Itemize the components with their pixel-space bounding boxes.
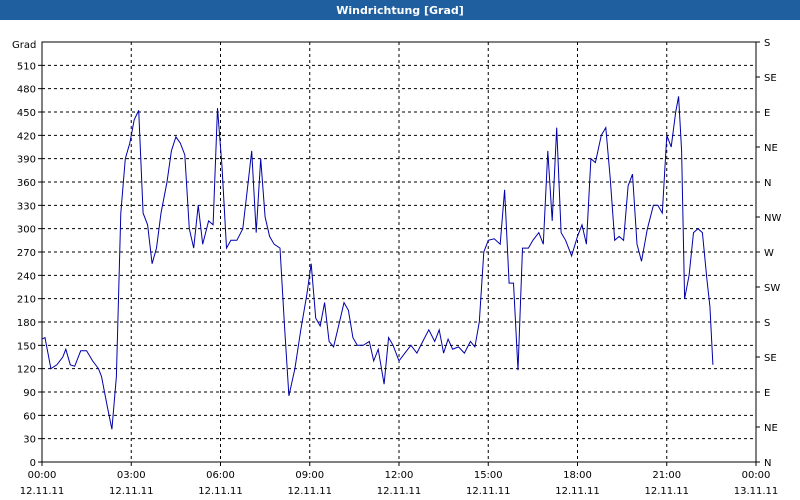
y-tick-label: 300 xyxy=(17,225,36,236)
left-y-axis: 0 30 60 90 120 150 180 210 240 270 300 330 360 390 420… xyxy=(17,61,42,469)
y-tick-label: 330 xyxy=(17,201,36,212)
right-tick-label: S xyxy=(764,38,770,49)
window-title-bar: Windrichtung [Grad] xyxy=(0,0,800,20)
y-tick-label: 450 xyxy=(17,108,36,119)
x-tick-date-label: 12.11.11 xyxy=(198,486,243,497)
right-tick-label: NE xyxy=(764,143,778,154)
right-tick-label: NW xyxy=(764,213,781,224)
right-tick-label: SE xyxy=(764,73,777,84)
right-tick-label: NE xyxy=(764,423,778,434)
x-tick-time-label: 21:00 xyxy=(652,470,681,481)
y-tick-label: 210 xyxy=(17,295,36,306)
x-tick-time-label: 00:00 xyxy=(742,470,771,481)
y-tick-label: 0 xyxy=(30,458,36,469)
x-tick-date-label: 13.11.11 xyxy=(734,486,779,497)
y-tick-label: 480 xyxy=(17,85,36,96)
right-y-axis: N NE E SE S SW W NW N NE E SE S xyxy=(756,38,781,469)
grid xyxy=(42,42,756,462)
x-tick-date-label: 12.11.11 xyxy=(466,486,511,497)
x-tick-date-label: 12.11.11 xyxy=(377,486,422,497)
right-tick-label: E xyxy=(764,388,770,399)
y-tick-label: 150 xyxy=(17,341,36,352)
chart-title: Windrichtung [Grad] xyxy=(336,3,464,17)
x-tick-date-label: 12.11.11 xyxy=(555,486,600,497)
x-tick-date-label: 12.11.11 xyxy=(287,486,332,497)
y-tick-label: 60 xyxy=(23,411,36,422)
right-tick-label: W xyxy=(764,248,774,259)
y-tick-label: 390 xyxy=(17,155,36,166)
x-tick-date-label: 12.11.11 xyxy=(109,486,154,497)
y-tick-label: 90 xyxy=(23,388,36,399)
x-tick-time-label: 09:00 xyxy=(295,470,324,481)
x-tick-time-label: 15:00 xyxy=(474,470,503,481)
right-tick-label: SW xyxy=(764,283,780,294)
y-tick-label: 360 xyxy=(17,178,36,189)
right-tick-label: S xyxy=(764,318,770,329)
x-tick-date-label: 12.11.11 xyxy=(20,486,65,497)
x-axis: 00:00 12.11.11 03:00 12.11.11 06:00 12.11.11 0… xyxy=(20,462,779,497)
y-tick-label: 180 xyxy=(17,318,36,329)
x-tick-time-label: 12:00 xyxy=(385,470,414,481)
series-line-wind-direction xyxy=(41,96,714,430)
x-tick-date-label: 12.11.11 xyxy=(644,486,689,497)
right-tick-label: N xyxy=(764,178,771,189)
x-tick-time-label: 18:00 xyxy=(563,470,592,481)
y-tick-label: 420 xyxy=(17,131,36,142)
x-tick-time-label: 00:00 xyxy=(28,470,57,481)
y-tick-label: 240 xyxy=(17,271,36,282)
right-tick-label: SE xyxy=(764,353,777,364)
right-tick-label: N xyxy=(764,458,771,469)
y-axis-label: Grad xyxy=(12,40,36,51)
y-tick-label: 510 xyxy=(17,61,36,72)
y-tick-label: 30 xyxy=(23,435,36,446)
x-tick-time-label: 06:00 xyxy=(206,470,235,481)
y-tick-label: 270 xyxy=(17,248,36,259)
wind-direction-chart: Grad 0 30 60 90 120 150 180 210 240 270 300 330 360 3… xyxy=(12,38,781,497)
y-tick-label: 120 xyxy=(17,365,36,376)
x-tick-time-label: 03:00 xyxy=(117,470,146,481)
right-tick-label: E xyxy=(764,108,770,119)
